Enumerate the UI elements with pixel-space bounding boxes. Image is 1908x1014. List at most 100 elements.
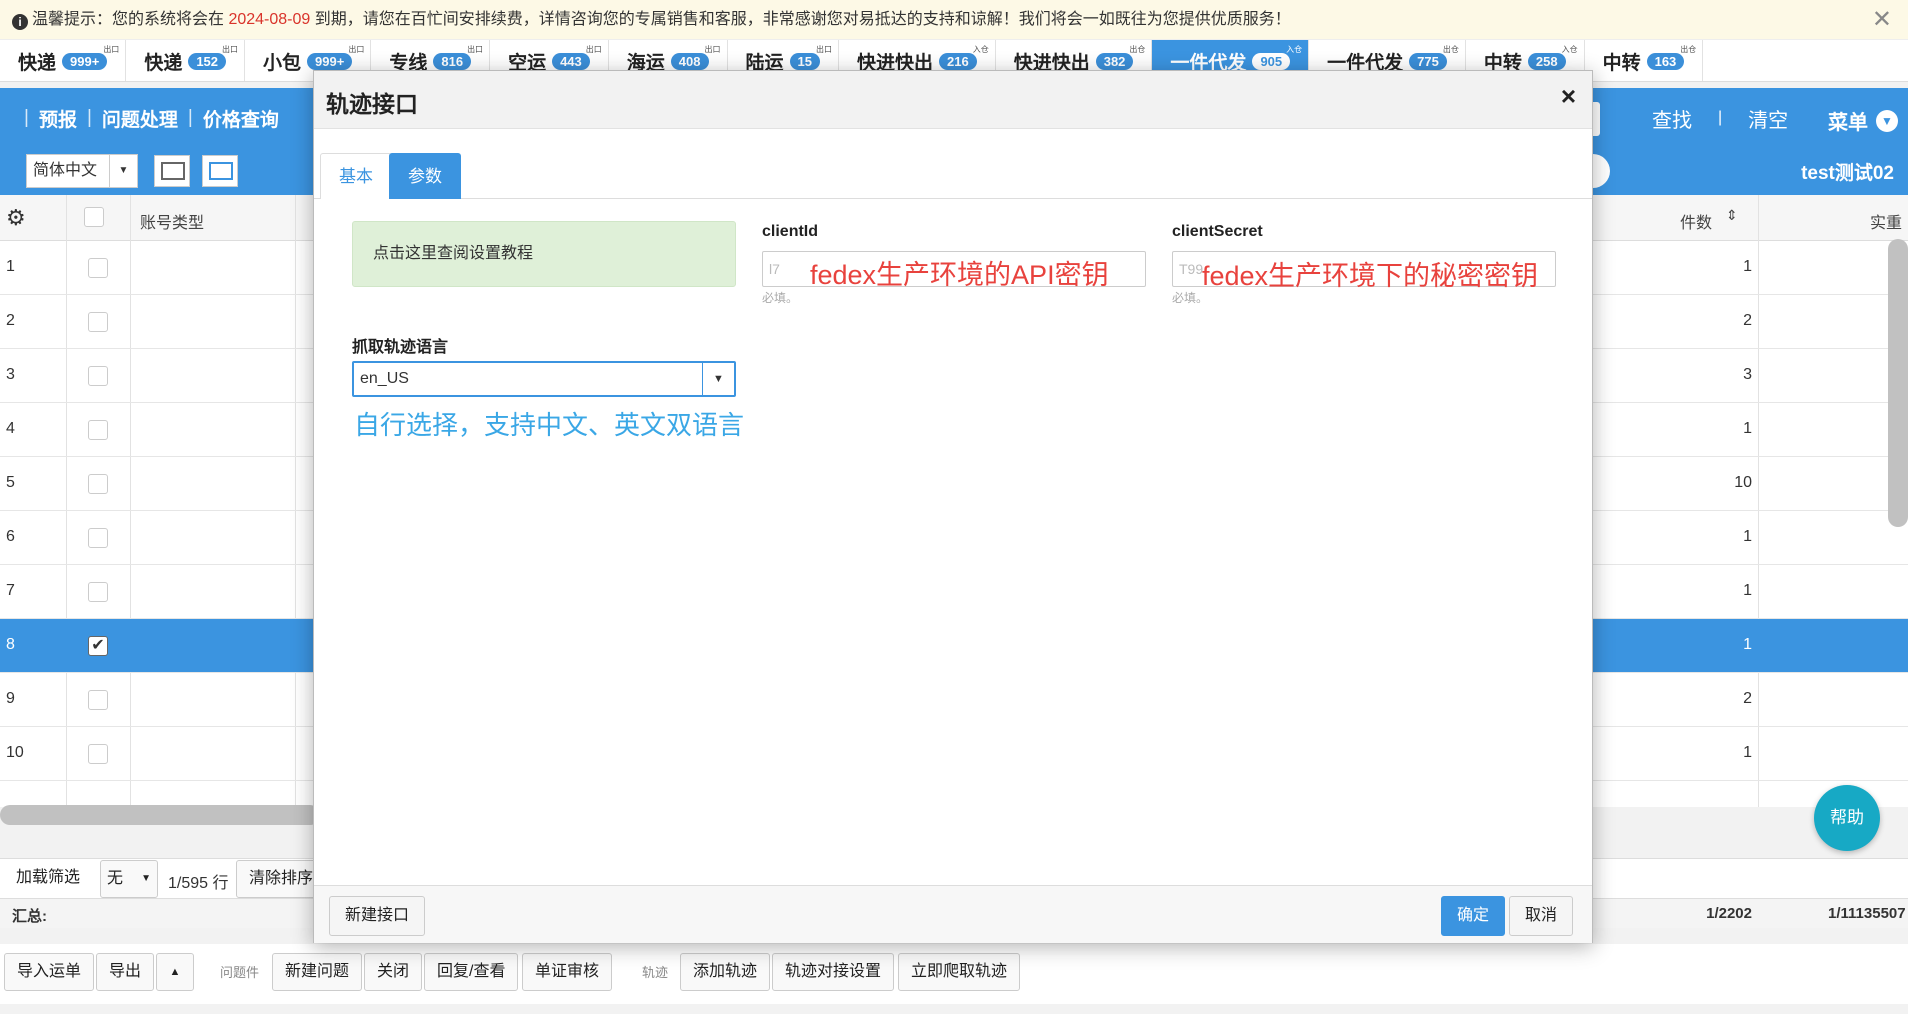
tab-sup: 出口 (815, 45, 832, 54)
row-number: 9 (6, 690, 15, 707)
tab-transit-out[interactable]: 中转 163 出仓 (1585, 40, 1704, 81)
row-checkbox[interactable] (88, 366, 108, 386)
dialog-header: 轨迹接口 × (314, 71, 1592, 129)
dialog-title: 轨迹接口 (326, 91, 418, 117)
tab-express-2[interactable]: 快递 152 出口 (126, 40, 246, 81)
select-all-checkbox[interactable] (84, 207, 104, 227)
nav-link-price[interactable]: 价格查询 (203, 105, 279, 132)
crawl-track-button[interactable]: 立即爬取轨迹 (898, 953, 1021, 991)
count-badge: 258 (1527, 52, 1566, 70)
ok-button[interactable]: 确定 (1441, 896, 1506, 936)
col-account-type[interactable]: 账号类型 (140, 209, 204, 233)
chevron-down-icon: ▼ (109, 155, 137, 187)
required-hint: 必填。 (762, 291, 799, 305)
tutorial-link[interactable]: 点击这里查阅设置教程 (352, 221, 736, 287)
row-counter: 1/595 行 (168, 875, 229, 892)
load-filter-button[interactable]: 加载筛选 (4, 860, 92, 898)
close-icon[interactable]: ✕ (1872, 0, 1892, 40)
row-count: 3 (1743, 366, 1752, 383)
count-badge: 15 (789, 52, 820, 70)
notice-prefix: 温馨提示：您的系统将会在 (32, 11, 229, 28)
new-issue-button[interactable]: 新建问题 (272, 953, 363, 991)
col-count[interactable]: 件数 (1680, 209, 1712, 233)
nav-links: | 预报 | 问题处理 | 价格查询 (14, 88, 279, 148)
row-checkbox[interactable] (88, 474, 108, 494)
row-count: 2 (1743, 312, 1752, 329)
reply-view-button[interactable]: 回复/查看 (424, 953, 519, 991)
track-group-label: 轨迹 (642, 965, 669, 980)
nav-separator: | (187, 107, 193, 128)
tab-label: 快递 (144, 52, 183, 74)
bottom-actions: 导入运单 导出 ▲ 问题件 新建问题 关闭 回复/查看 单证审核 轨迹 添加轨迹… (0, 944, 1908, 1004)
checkmark-icon[interactable]: ✔ (88, 636, 108, 656)
new-interface-button[interactable]: 新建接口 (329, 896, 426, 936)
track-language-select[interactable]: en_US ▼ (352, 361, 736, 397)
language-select[interactable]: 简体中文 ▼ (26, 154, 138, 188)
summary-count: 1/2202 (1706, 905, 1752, 922)
import-waybill-button[interactable]: 导入运单 (4, 953, 95, 991)
tab-label: 中转 (1602, 52, 1641, 74)
sort-icon[interactable]: ⇕ (1726, 207, 1738, 224)
col-weight[interactable]: 实重 (1870, 209, 1902, 233)
find-button[interactable]: 查找 (1652, 104, 1692, 133)
filter-value: 无 (107, 870, 124, 887)
cancel-button[interactable]: 取消 (1509, 896, 1574, 936)
count-badge: 152 (188, 52, 227, 70)
chevron-down-icon: ▼ (1876, 109, 1898, 132)
expiry-notice: i 温馨提示：您的系统将会在 2024-08-09 到期，请您在百忙间安排续费，详… (0, 0, 1908, 40)
add-track-button[interactable]: 添加轨迹 (680, 953, 771, 991)
gear-icon[interactable]: ⚙ (6, 205, 26, 231)
row-count: 2 (1743, 690, 1752, 707)
clear-button[interactable]: 清空 (1748, 104, 1788, 133)
row-checkbox[interactable] (88, 582, 108, 602)
nav-separator: | (24, 107, 29, 128)
row-count: 1 (1743, 582, 1752, 599)
caret-up-icon[interactable]: ▲ (156, 953, 194, 991)
nav-separator: | (86, 107, 92, 128)
row-checkbox[interactable] (88, 744, 108, 764)
filter-select[interactable]: 无 ▼ (100, 860, 158, 898)
vertical-scrollbar[interactable] (1888, 239, 1908, 527)
nav-link-forecast[interactable]: 预报 (39, 105, 77, 132)
row-count: 1 (1743, 528, 1752, 545)
tab-label: 小包 (263, 52, 302, 74)
dialog-tabs: 基本 参数 (314, 153, 1592, 199)
menu-button[interactable]: 菜单 ▼ (1828, 106, 1898, 135)
row-checkbox[interactable] (88, 420, 108, 440)
track-interface-dialog: 轨迹接口 × 基本 参数 点击这里查阅设置教程 clientId l7 必填。 … (313, 70, 1593, 943)
tab-express-1[interactable]: 快递 999+ 出口 (0, 40, 127, 81)
info-icon: i (12, 14, 28, 30)
track-settings-button[interactable]: 轨迹对接设置 (772, 953, 895, 991)
row-checkbox[interactable] (88, 258, 108, 278)
dialog-footer: 新建接口 确定 取消 (314, 885, 1592, 943)
count-badge: 775 (1409, 52, 1447, 70)
horizontal-scrollbar[interactable] (0, 805, 320, 825)
close-issue-button[interactable]: 关闭 (364, 953, 423, 991)
tab-params[interactable]: 参数 (389, 153, 461, 199)
client-id-value: l7 (769, 261, 780, 277)
tab-sup: 入仓 (972, 45, 989, 54)
annotation-client-secret: fedex生产环境下的秘密密钥 (1202, 261, 1539, 291)
single-view-button[interactable] (202, 155, 238, 187)
tab-sup: 入仓 (1561, 45, 1578, 54)
single-view-icon (209, 162, 233, 180)
tab-sup: 出口 (585, 45, 602, 54)
split-view-button[interactable] (154, 155, 190, 187)
nav-separator: | (1718, 109, 1723, 126)
track-language-label: 抓取轨迹语言 (352, 339, 449, 356)
row-count: 10 (1734, 474, 1752, 491)
summary-weight: 1/11135507 (1828, 905, 1906, 922)
tab-basic[interactable]: 基本 (320, 153, 392, 199)
tab-sup: 出口 (103, 45, 120, 54)
help-button[interactable]: 帮助 (1814, 785, 1880, 851)
document-audit-button[interactable]: 单证审核 (522, 953, 613, 991)
row-checkbox[interactable] (88, 528, 108, 548)
row-checkbox[interactable] (88, 312, 108, 332)
row-number: 8 (6, 636, 15, 653)
export-button[interactable]: 导出 (96, 953, 155, 991)
split-view-icon (161, 162, 185, 180)
nav-link-issues[interactable]: 问题处理 (102, 105, 178, 132)
row-checkbox[interactable] (88, 690, 108, 710)
close-icon[interactable]: × (1561, 81, 1576, 112)
track-language-value: en_US (360, 370, 409, 387)
